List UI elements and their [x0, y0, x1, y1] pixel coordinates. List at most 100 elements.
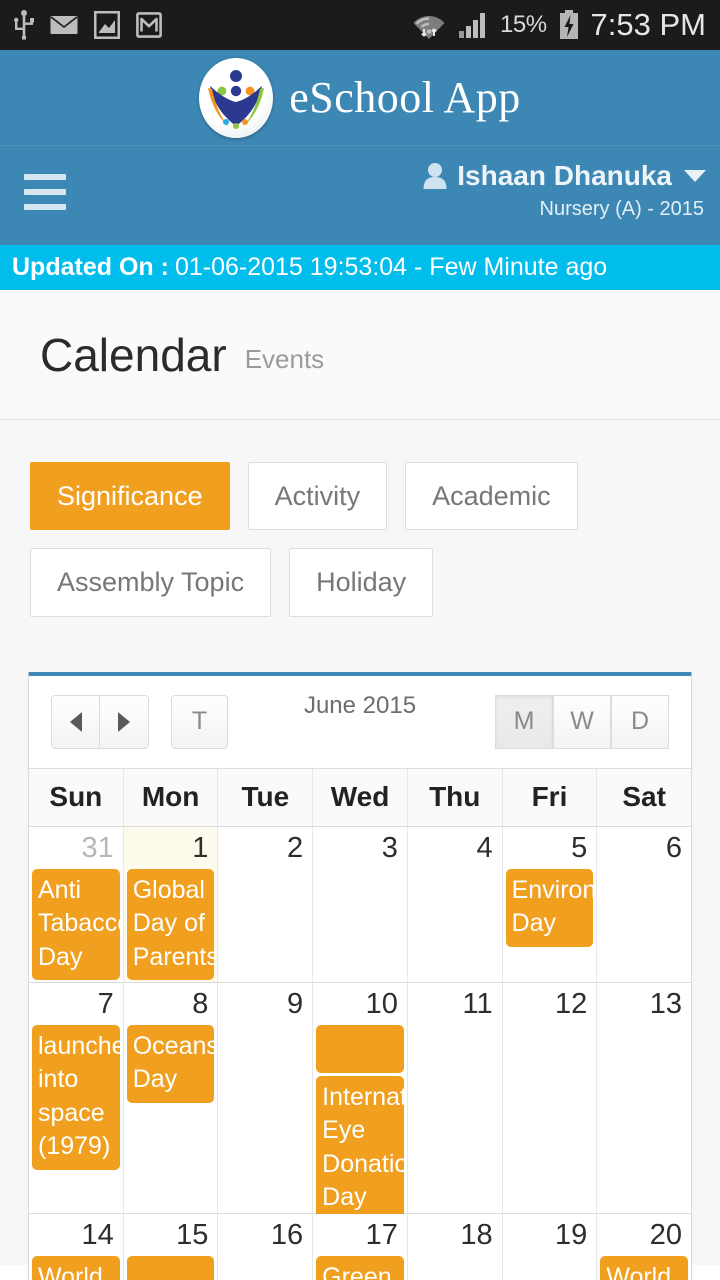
hamburger-menu-icon[interactable]: [24, 174, 66, 210]
calendar-event[interactable]: Green: [316, 1255, 404, 1280]
day-header-tue: Tue: [217, 768, 312, 826]
filter-chip-activity[interactable]: Activity: [247, 462, 388, 531]
calendar-day-cell[interactable]: 9: [217, 982, 313, 1213]
arrow-left-icon: [69, 711, 82, 732]
user-name-label: Ishaan Dhanuka: [457, 160, 672, 191]
calendar-day-cell[interactable]: 19: [501, 1213, 597, 1280]
day-number: 2: [287, 831, 304, 864]
calendar-event[interactable]: Oceans Day: [126, 1024, 215, 1103]
day-number: 16: [270, 1218, 304, 1251]
day-header-wed: Wed: [312, 768, 407, 826]
calendar-day-cell[interactable]: 1 Global Day of Parents: [122, 826, 218, 982]
calendar-day-cell[interactable]: 14 World: [29, 1213, 123, 1280]
app-title: eSchool App: [289, 73, 521, 122]
calendar-day-cell[interactable]: 3: [312, 826, 407, 982]
android-status-bar: 15% 7:53 PM: [0, 0, 720, 50]
day-number: 9: [287, 987, 304, 1020]
calendar-event[interactable]: [316, 1024, 404, 1073]
day-number: 12: [555, 987, 588, 1020]
day-header-sat: Sat: [596, 768, 691, 826]
calendar-event[interactable]: [126, 1255, 215, 1280]
day-number: 14: [81, 1218, 114, 1251]
usb-icon: [14, 10, 34, 40]
calendar-view-W[interactable]: W: [553, 694, 611, 749]
calendar-day-cell[interactable]: 17 Green: [312, 1213, 407, 1280]
day-header-sun: Sun: [49, 780, 103, 812]
calendar-day-cell[interactable]: 4: [406, 826, 502, 982]
calendar-day-cell[interactable]: 13: [596, 982, 692, 1213]
calendar-event[interactable]: launched into space (1979): [32, 1024, 120, 1170]
calendar-week-row: 14 World 15 16 17 Green 18 19 20 World: [29, 1212, 692, 1280]
day-events: International Eye Donation Day: [313, 1024, 407, 1221]
day-events: World: [597, 1255, 691, 1280]
calendar-day-cell[interactable]: 11: [406, 982, 502, 1213]
day-number: 5: [571, 831, 588, 864]
calendar-nav-group: [51, 694, 149, 749]
calendar-weeks: 31 Anti Tabacco Day 1 Global Day of Parents…: [29, 825, 692, 1280]
calendar-week-row: 7launched into space (1979)8Oceans Day91…: [29, 981, 692, 1221]
updated-on-label: Updated On :: [12, 253, 169, 281]
day-number: 18: [460, 1218, 493, 1251]
day-number: 6: [665, 831, 683, 864]
status-system-icons: 15% 7:53 PM: [412, 7, 706, 43]
filter-chip-significance[interactable]: Significance: [30, 462, 230, 531]
filter-chip-academic[interactable]: Academic: [405, 462, 578, 531]
event-type-filters: Significance Activity Academic Assembly Top…: [0, 420, 700, 617]
calendar-event[interactable]: World: [32, 1255, 120, 1280]
calendar-day-cell[interactable]: 2: [217, 826, 313, 982]
page-subtitle: Events: [244, 344, 325, 374]
calendar-panel: T June 2015 MWD Sun Mon Tue Wed Thu Fri Sat 31…: [28, 671, 692, 1280]
calendar-view-D[interactable]: D: [611, 694, 669, 749]
calendar-today-button[interactable]: T: [171, 694, 228, 749]
calendar-day-cell[interactable]: 6: [596, 826, 692, 982]
calendar-day-cell[interactable]: 12: [501, 982, 597, 1213]
calendar-day-cell[interactable]: 5 Environment Day: [501, 826, 597, 982]
page-header: Calendar Events: [0, 290, 720, 420]
calendar-day-cell[interactable]: 18: [406, 1213, 502, 1280]
calendar-event[interactable]: Global Day of Parents: [126, 868, 215, 981]
page-title: Calendar: [40, 328, 227, 381]
gmail-icon: [136, 12, 162, 38]
user-class-label: Nursery (A) - 2015: [539, 198, 705, 220]
calendar-week-row: 31 Anti Tabacco Day 1 Global Day of Parents…: [29, 825, 692, 982]
day-number: 11: [462, 987, 493, 1020]
day-events: Anti Tabacco Day: [29, 868, 123, 981]
email-icon: [50, 16, 78, 34]
user-account-block[interactable]: Ishaan Dhanuka Nursery (A) - 2015: [422, 146, 706, 221]
day-number: 31: [81, 831, 114, 864]
filter-chip-assembly-topic[interactable]: Assembly Topic: [30, 548, 272, 617]
calendar-day-cell[interactable]: 7 launched into space (1979): [29, 982, 123, 1213]
day-number: 13: [649, 987, 683, 1020]
calendar-day-cell[interactable]: 8 Oceans Day: [122, 982, 218, 1213]
day-number: 4: [476, 831, 493, 864]
calendar-day-cell[interactable]: 31 Anti Tabacco Day: [29, 826, 123, 982]
calendar-view-M[interactable]: M: [495, 694, 553, 749]
hamburger-line: [24, 174, 66, 180]
day-number: 3: [381, 831, 398, 864]
calendar-day-cell[interactable]: 15: [122, 1213, 218, 1280]
page-content: Significance Activity Academic Assembly Top…: [0, 420, 720, 1280]
calendar-day-cell[interactable]: 10 International Eye Donation Day: [312, 982, 407, 1221]
calendar-event[interactable]: Anti Tabacco Day: [32, 868, 120, 981]
day-number: 10: [365, 987, 398, 1020]
day-header-thu: Thu: [406, 768, 502, 826]
day-header-fri: Fri: [501, 768, 597, 826]
calendar-event[interactable]: Environment Day: [505, 868, 594, 947]
calendar-day-cell[interactable]: 20 World: [596, 1213, 692, 1280]
wifi-data-icon: [413, 16, 445, 39]
calendar-toolbar: T June 2015 MWD: [29, 676, 691, 768]
calendar-next-button[interactable]: [100, 694, 149, 749]
day-events: Environment Day: [503, 868, 597, 947]
app-header-bar: eSchool App: [0, 50, 720, 145]
day-number: 7: [97, 987, 114, 1020]
calendar-day-headers: Sun Mon Tue Wed Thu Fri Sat: [29, 767, 691, 826]
day-events: [124, 1255, 218, 1280]
calendar-event[interactable]: International Eye Donation Day: [316, 1075, 404, 1221]
filter-chip-holiday[interactable]: Holiday: [289, 548, 434, 617]
calendar-prev-button[interactable]: [51, 694, 100, 749]
day-number: 20: [649, 1218, 683, 1251]
chevron-down-icon[interactable]: [684, 170, 706, 182]
calendar-day-cell[interactable]: 16: [217, 1213, 313, 1280]
day-events: Global Day of Parents: [124, 868, 218, 981]
calendar-event[interactable]: World: [600, 1255, 689, 1280]
